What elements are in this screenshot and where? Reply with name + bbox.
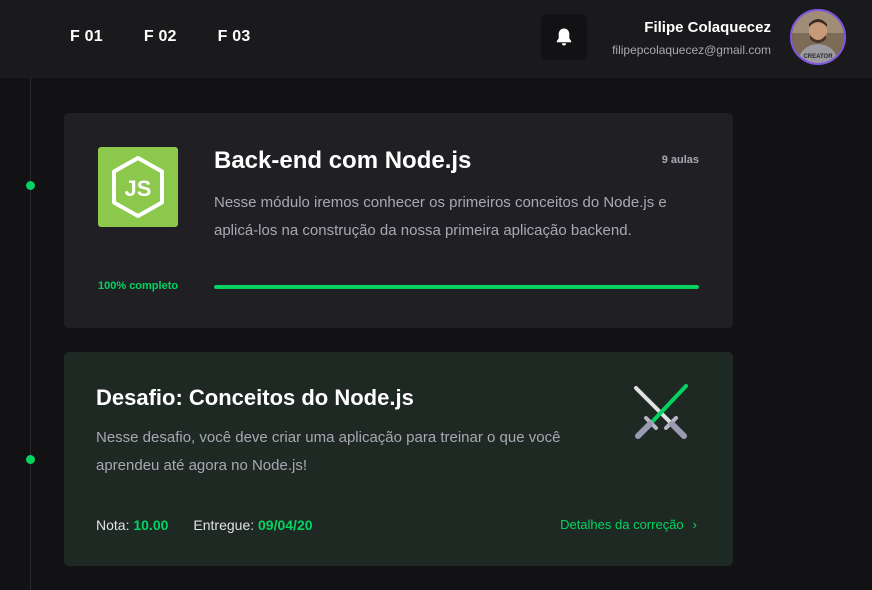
user-email: filipepcolaquecez@gmail.com <box>612 43 771 57</box>
bell-icon <box>556 28 572 46</box>
tab-f03[interactable]: F 03 <box>218 28 251 46</box>
avatar[interactable]: CREATOR <box>790 9 846 65</box>
challenge-footer: Nota: 10.00 Entregue: 09/04/20 <box>96 517 338 533</box>
module-card[interactable]: JS Back-end com Node.js 9 aulas Nesse mó… <box>64 113 733 328</box>
progress-bar <box>214 285 699 289</box>
notifications-button[interactable] <box>541 14 587 60</box>
nodejs-logo-text: JS <box>125 176 152 201</box>
nodejs-logo: JS <box>98 147 178 227</box>
track-tabs: F 01 F 02 F 03 <box>70 28 291 46</box>
delivered-label: Entregue: <box>193 517 255 533</box>
nodejs-hexagon-icon: JS <box>112 156 164 218</box>
tab-f02[interactable]: F 02 <box>144 28 177 46</box>
correction-details-label: Detalhes da correção <box>560 517 684 532</box>
timeline-dot-module <box>26 181 35 190</box>
progress-label: 100% completo <box>98 280 179 292</box>
top-header: F 01 F 02 F 03 Filipe Colaquecez filipep… <box>0 0 872 78</box>
challenge-title: Desafio: Conceitos do Node.js <box>96 385 414 410</box>
challenge-card[interactable]: Desafio: Conceitos do Node.js Nesse desa… <box>64 352 733 566</box>
user-name: Filipe Colaquecez <box>644 19 771 36</box>
grade-info: Nota: 10.00 <box>96 517 168 533</box>
delivered-info: Entregue: 09/04/20 <box>193 517 312 533</box>
avatar-shirt-text: CREATOR <box>803 54 833 60</box>
challenge-description: Nesse desafio, você deve criar uma aplic… <box>96 429 561 474</box>
crossed-swords-icon <box>634 384 688 439</box>
lessons-count: 9 aulas <box>661 154 699 166</box>
grade-value: 10.00 <box>133 517 169 533</box>
delivered-value: 09/04/20 <box>258 517 313 533</box>
correction-details-link[interactable]: Detalhes da correção › <box>560 517 697 532</box>
timeline-dot-challenge <box>26 455 35 464</box>
module-description: Nesse módulo iremos conhecer os primeiro… <box>214 194 667 239</box>
tab-f01[interactable]: F 01 <box>70 28 103 46</box>
timeline-line <box>30 77 31 590</box>
progress-bar-fill <box>214 285 699 289</box>
avatar-photo: CREATOR <box>792 11 844 63</box>
grade-label: Nota: <box>96 517 130 533</box>
chevron-right-icon: › <box>692 517 697 532</box>
module-title: Back-end com Node.js <box>214 147 472 174</box>
